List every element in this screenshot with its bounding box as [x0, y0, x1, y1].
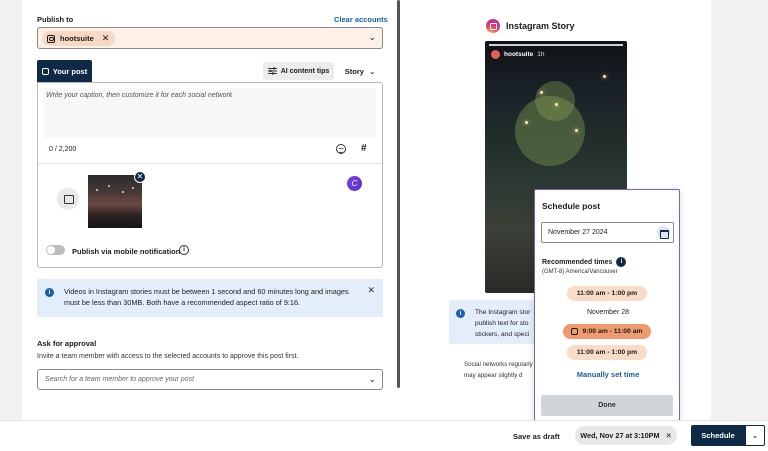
- info-icon: i: [45, 288, 54, 297]
- preview-notice-line: publish text for sto: [475, 320, 529, 327]
- instagram-icon: [47, 34, 55, 43]
- story-light: [575, 129, 578, 132]
- approver-search-placeholder: Search for a team member to approve your…: [45, 376, 195, 383]
- instagram-icon: [486, 19, 500, 33]
- time-slot-label: 9:00 am - 11:00 am: [582, 328, 643, 335]
- info-icon[interactable]: i: [179, 245, 189, 255]
- ai-content-tips-button[interactable]: AI content tips: [263, 62, 334, 80]
- instagram-story-notice: i Videos in Instagram stories must be be…: [37, 279, 383, 317]
- thumb-light: [96, 189, 98, 191]
- mobile-notification-toggle[interactable]: [46, 245, 65, 255]
- remove-account-icon[interactable]: ✕: [102, 33, 110, 44]
- sliders-icon: [267, 67, 277, 75]
- mobile-notification-label: Publish via mobile notification: [72, 247, 181, 256]
- media-thumbnail[interactable]: [88, 175, 142, 228]
- info-icon: i: [456, 309, 465, 318]
- scrollbar-thumb[interactable]: [397, 0, 400, 388]
- account-selector[interactable]: hootsuite ✕ ⌄: [37, 27, 383, 49]
- clear-accounts-link[interactable]: Clear accounts: [334, 15, 388, 24]
- approval-description: Invite a team member with access to the …: [37, 353, 299, 360]
- time-slot-button-selected[interactable]: 9:00 am - 11:00 am: [563, 324, 651, 339]
- schedule-post-popover: Schedule post November 27 2024 Recommend…: [534, 189, 680, 421]
- recommended-times-label: Recommended times i: [542, 257, 627, 267]
- preview-notice-text: The Instagram stor publish text for sto …: [475, 307, 535, 340]
- preview-notice: i The Instagram stor publish text for st…: [449, 300, 539, 344]
- thumb-light: [132, 187, 134, 189]
- time-slot-button[interactable]: 11:00 am - 1:00 pm: [567, 345, 647, 360]
- remove-media-icon[interactable]: ✕: [134, 171, 146, 183]
- recommended-times-text: Recommended times: [542, 258, 613, 266]
- day-label: November 28: [586, 309, 630, 316]
- schedule-button[interactable]: Schedule: [691, 425, 745, 446]
- approver-search-input[interactable]: Search for a team member to approve your…: [37, 369, 383, 390]
- avatar: [491, 50, 500, 59]
- post-composer: Write your caption, then customize it fo…: [37, 82, 383, 268]
- scheduled-time-label: Wed, Nov 27 at 3:10PM: [580, 431, 660, 440]
- post-type-label: Story: [344, 66, 364, 76]
- schedule-post-title: Schedule post: [542, 201, 601, 211]
- story-light: [555, 103, 558, 106]
- story-username: hootsuite: [504, 51, 534, 58]
- story-tree: [535, 81, 575, 121]
- thumb-light: [122, 191, 124, 193]
- preview-notice-line: The Instagram stor: [475, 309, 531, 316]
- preview-header: Instagram Story: [486, 19, 575, 33]
- notice-text: Videos in Instagram stories must be betw…: [64, 287, 349, 307]
- composer-pane: Publish to Clear accounts hootsuite ✕ ⌄ …: [22, 0, 398, 420]
- divider: [38, 163, 382, 164]
- hashtag-icon[interactable]: #: [361, 143, 367, 154]
- publish-to-label: Publish to: [37, 15, 74, 24]
- add-media-button[interactable]: [57, 188, 79, 210]
- scheduled-time-chip[interactable]: Wed, Nov 27 at 3:10PM ✕: [575, 426, 677, 445]
- approval-title: Ask for approval: [37, 339, 97, 348]
- chevron-down-icon[interactable]: ⌄: [745, 425, 765, 446]
- story-light: [603, 75, 606, 78]
- done-button[interactable]: Done: [541, 395, 673, 416]
- chevron-down-icon[interactable]: ⌄: [368, 374, 376, 385]
- instagram-icon: [41, 67, 49, 75]
- calendar-check-icon: [571, 328, 579, 335]
- close-icon[interactable]: ✕: [666, 431, 672, 440]
- emoji-icon[interactable]: [336, 144, 346, 154]
- schedule-date-value: November 27 2024: [548, 229, 608, 236]
- footer-bar: Save as draft Wed, Nov 27 at 3:10PM ✕ Sc…: [0, 420, 768, 451]
- canva-icon[interactable]: C: [347, 176, 362, 191]
- story-time: 1h: [537, 51, 545, 58]
- chevron-down-icon[interactable]: ⌄: [368, 32, 376, 43]
- composer-tabs: Your post AI content tips Story ⌄: [37, 60, 383, 82]
- chevron-down-icon: ⌄: [368, 66, 376, 76]
- manually-set-time-link[interactable]: Manually set time: [535, 370, 681, 379]
- ai-content-tips-label: AI content tips: [280, 67, 330, 75]
- save-as-draft-button[interactable]: Save as draft: [513, 432, 560, 441]
- schedule-date-input[interactable]: November 27 2024: [541, 222, 674, 243]
- thumb-light: [108, 185, 110, 187]
- post-type-dropdown[interactable]: Story ⌄: [337, 62, 383, 80]
- preview-notice-line: stickers, and speci: [475, 331, 530, 338]
- tab-your-post-label: Your post: [52, 66, 88, 76]
- timezone-label: (GMT-8) America/Vancouver: [542, 269, 618, 275]
- info-icon[interactable]: i: [616, 257, 627, 267]
- story-user: hootsuite 1h: [491, 50, 544, 59]
- preview-header-label: Instagram Story: [506, 21, 575, 31]
- time-slot-button[interactable]: 11:00 am - 1:00 pm: [567, 286, 647, 301]
- character-count: 0 / 2,200: [49, 146, 77, 153]
- tab-your-post[interactable]: Your post: [37, 60, 92, 82]
- story-light: [525, 121, 528, 124]
- calendar-icon[interactable]: [657, 226, 670, 239]
- account-chip-label: hootsuite: [60, 34, 94, 43]
- account-chip-hootsuite[interactable]: hootsuite ✕: [42, 31, 116, 46]
- caption-input[interactable]: Write your caption, then customize it fo…: [44, 88, 376, 138]
- story-progress-bar: [489, 44, 623, 46]
- story-light: [540, 91, 543, 94]
- close-icon[interactable]: ✕: [367, 285, 375, 296]
